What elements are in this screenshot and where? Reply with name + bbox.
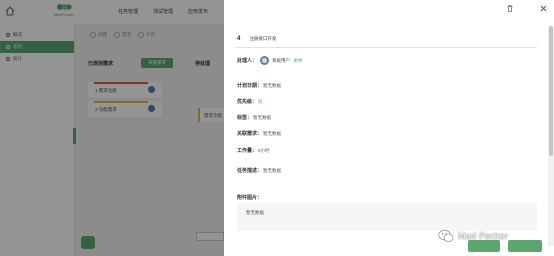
field-value: 低	[258, 98, 263, 104]
owner-name: 系统用户	[272, 57, 291, 63]
secondary-action-button[interactable]	[508, 240, 542, 252]
task-title-row: 4 注册接口开发	[237, 36, 276, 42]
field-label: 工作量：	[237, 148, 258, 154]
field-tags[interactable]: 标签： 暂无数据	[237, 114, 272, 122]
avatar	[260, 56, 270, 65]
wechat-icon	[438, 229, 454, 242]
field-label: 标签：	[237, 115, 253, 121]
field-value: 暂无数据	[253, 114, 272, 120]
field-value: 暂无数据	[263, 130, 282, 136]
attachment-area[interactable]: 暂无数据	[237, 203, 537, 231]
field-value: 暂无数据	[263, 82, 282, 88]
close-icon[interactable]	[540, 5, 547, 12]
field-workload[interactable]: 工作量： 0小时	[237, 147, 270, 155]
field-priority[interactable]: 优先级： 低	[237, 98, 263, 106]
attachment-label: 附件图片：	[237, 195, 263, 201]
owner-row: 处理人： 系统用户 更换	[237, 56, 302, 65]
field-label: 关联需求：	[237, 131, 263, 137]
attachment-empty-text: 暂无数据	[246, 210, 264, 215]
owner-label: 处理人：	[237, 58, 258, 64]
scrollbar-thumb[interactable]	[549, 26, 553, 156]
watermark-text: Mad Pecker	[458, 231, 509, 241]
field-value: 暂无数据	[263, 167, 282, 173]
task-title[interactable]: 注册接口开发	[249, 36, 276, 42]
task-detail-drawer: 4 注册接口开发 处理人： 系统用户 更换 计划日期： 暂无数据 优先级： 低 …	[224, 0, 554, 256]
task-id: 4	[237, 36, 241, 42]
field-label: 计划日期：	[237, 83, 263, 89]
divider	[235, 47, 537, 48]
field-label: 优先级：	[237, 99, 258, 105]
scrollbar[interactable]	[548, 26, 554, 246]
change-owner-link[interactable]: 更换	[293, 58, 302, 64]
field-label: 任务描述：	[237, 168, 263, 174]
trash-icon[interactable]	[507, 5, 513, 12]
watermark: Mad Pecker	[438, 229, 508, 243]
field-description[interactable]: 任务描述： 暂无数据	[237, 167, 282, 175]
field-linked-requirement[interactable]: 关联需求： 暂无数据	[237, 130, 282, 138]
field-plan-date[interactable]: 计划日期： 暂无数据	[237, 82, 282, 90]
field-value: 0小时	[258, 147, 270, 153]
modal-overlay[interactable]	[0, 0, 224, 256]
